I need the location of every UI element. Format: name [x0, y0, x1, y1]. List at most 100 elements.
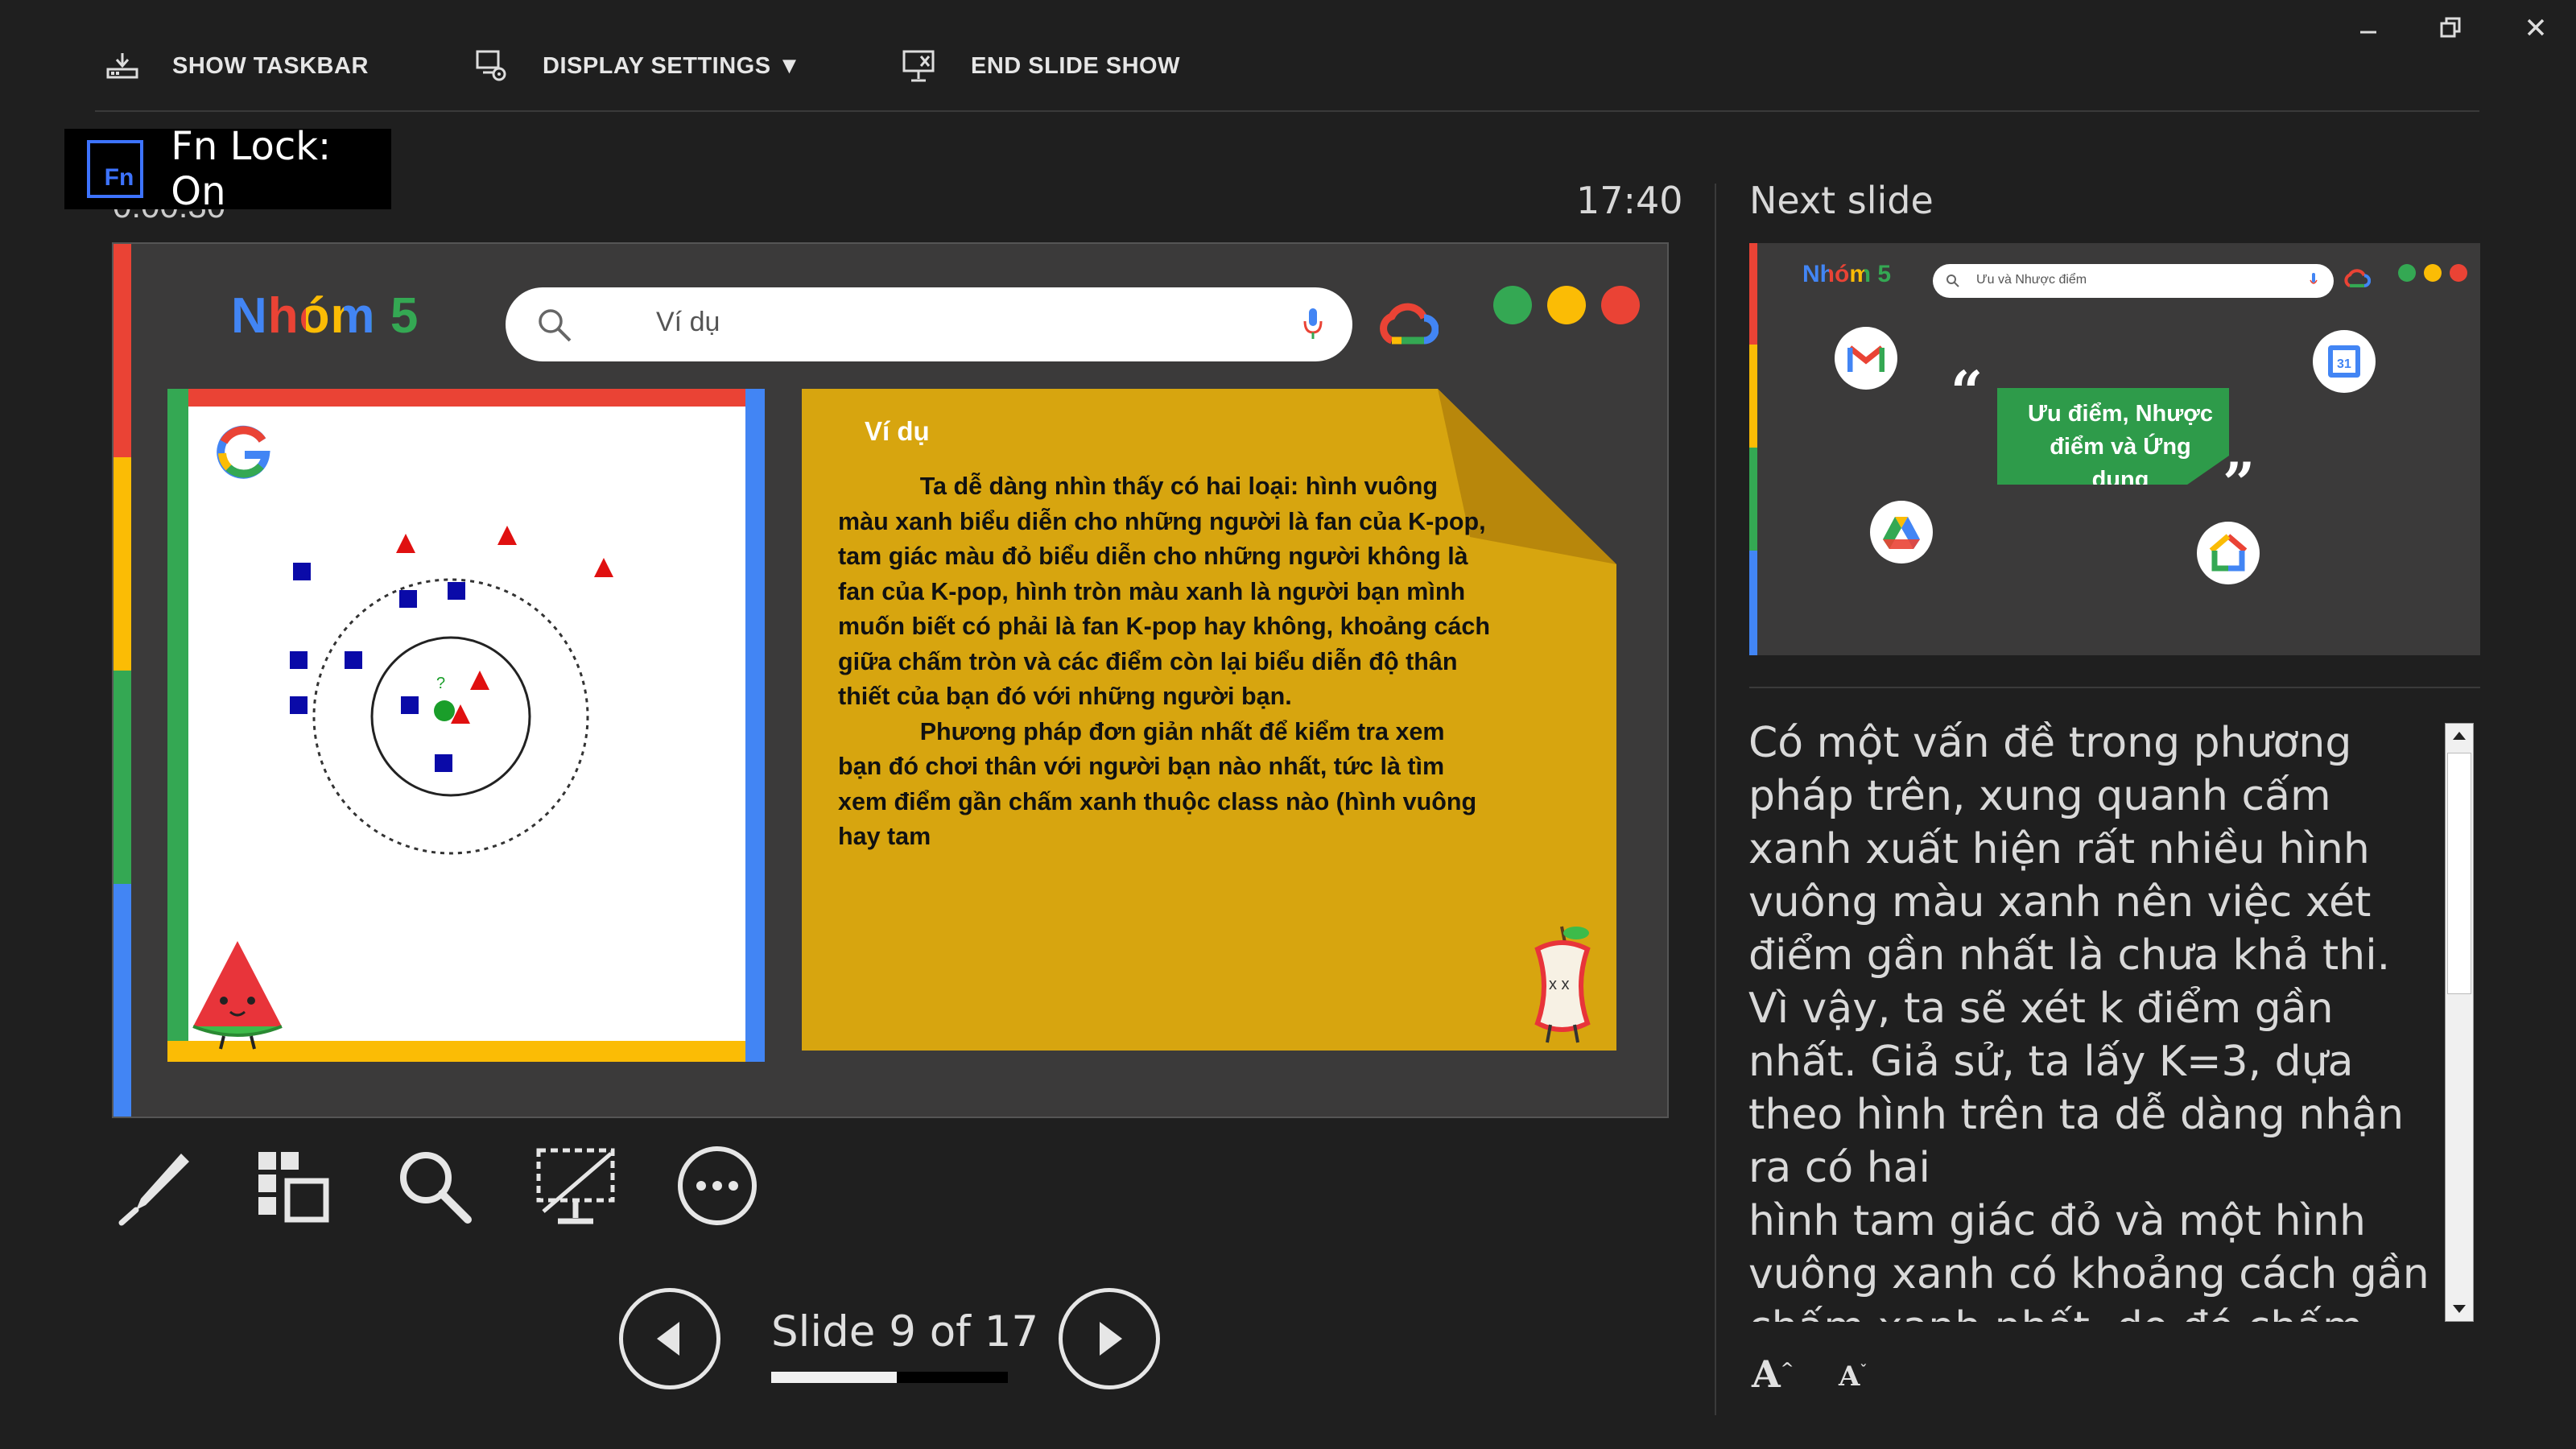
note-title: Ví dụ: [865, 416, 930, 446]
gmail-icon: [1835, 327, 1897, 390]
blue-square: [435, 754, 452, 772]
black-screen-button[interactable]: [531, 1141, 620, 1230]
thumb-dot-red: [2450, 264, 2467, 282]
fn-lock-text: Fn Lock: On: [171, 124, 332, 214]
red-triangle: [470, 671, 489, 690]
blue-square: [399, 590, 417, 608]
decrease-font-icon: A: [1839, 1360, 1860, 1393]
slide-stripe-yellow: [114, 457, 131, 671]
slide-search-text: Ví dụ: [656, 307, 720, 337]
note-body: Ta dễ dàng nhìn thấy có hai loại: hình v…: [838, 473, 1491, 850]
end-slide-show-button[interactable]: END SLIDE SHOW: [902, 47, 1180, 85]
slide-search-bar: Ví dụ: [506, 287, 1352, 361]
show-taskbar-button[interactable]: SHOW TASKBAR: [106, 47, 369, 85]
next-slide-button[interactable]: [1059, 1288, 1160, 1389]
search-icon: [539, 309, 572, 342]
blue-square: [290, 651, 308, 669]
microphone-icon: [1303, 308, 1323, 339]
slide-group-title-text: Nhóm 5: [231, 288, 419, 344]
blue-square: [401, 696, 419, 714]
red-triangle: [594, 558, 613, 577]
minimize-icon: [2360, 31, 2376, 34]
zoom-button[interactable]: [390, 1141, 478, 1230]
minimize-button[interactable]: [2347, 11, 2389, 43]
slide-group-title: Nhóm 5: [231, 287, 419, 345]
notes-divider: [1749, 687, 2480, 688]
decrease-font-button[interactable]: Aˇ: [1839, 1360, 1867, 1393]
blue-square: [290, 696, 308, 714]
blue-square: [293, 563, 311, 580]
speaker-notes[interactable]: Có một vấn đề trong phương pháp trên, xu…: [1748, 716, 2442, 1322]
knn-scatter-plot: ?: [290, 526, 613, 855]
slide-stripe-red: [114, 244, 131, 457]
next-icon: [1100, 1322, 1122, 1356]
sticky-note: Ví dụ Ta dễ dàng nhìn thấy có hai loại: …: [802, 389, 1616, 1051]
scroll-up-icon[interactable]: [2452, 730, 2467, 741]
blue-square: [448, 582, 465, 600]
red-triangle: [396, 534, 415, 553]
svg-text:31: 31: [2337, 357, 2351, 371]
previous-slide-button[interactable]: [619, 1288, 720, 1389]
prev-icon: [657, 1322, 679, 1356]
close-quote-icon: ”: [2223, 450, 2256, 517]
panel-border-right: [745, 389, 765, 1062]
thumb-group-title: Nhóm 5: [1802, 261, 1892, 287]
thumb-mic-icon: [2310, 273, 2318, 284]
pen-icon: [118, 1154, 189, 1226]
thumb-stripe-red: [1749, 243, 1757, 345]
clock: 17:40: [1576, 179, 1683, 222]
increase-font-button[interactable]: A^: [1752, 1352, 1794, 1396]
slides-grid-icon: [258, 1152, 329, 1223]
restore-icon: [2440, 17, 2461, 38]
slide-dot-red: [1601, 286, 1640, 324]
thumb-stripe-yellow: [1749, 345, 1757, 448]
google-calendar-icon: 31: [2313, 330, 2376, 393]
blue-square: [345, 651, 362, 669]
display-settings-button[interactable]: DISPLAY SETTINGS ▼: [475, 47, 801, 85]
black-screen-icon: [536, 1148, 615, 1224]
thumb-dot-yellow: [2424, 264, 2442, 282]
fn-lock-toast: Fn Fn Lock: On: [64, 124, 391, 214]
panel-border-top: [167, 389, 765, 407]
more-icon: [678, 1146, 757, 1225]
zoom-icon: [400, 1152, 472, 1224]
slide-dot-green: [1493, 286, 1532, 324]
scroll-down-icon[interactable]: [2452, 1303, 2467, 1315]
thumb-google-cloud-icon: [2344, 269, 2371, 287]
see-all-slides-button[interactable]: [248, 1141, 336, 1230]
close-icon: [2527, 19, 2545, 36]
thumb-search-bar: Ưu và Nhược điểm: [1933, 264, 2334, 298]
thumb-search-icon: [1946, 275, 1959, 287]
restore-button[interactable]: [2429, 11, 2471, 43]
red-triangle: [497, 526, 517, 545]
more-options-button[interactable]: [673, 1141, 762, 1230]
google-g-icon: [217, 425, 270, 479]
thumb-search-text: Ưu và Nhược điểm: [1976, 273, 2087, 287]
slide-stripe-green: [114, 671, 131, 884]
google-drive-icon: [1870, 501, 1933, 564]
svg-text:x x: x x: [1549, 976, 1570, 993]
thumb-stripe-blue: [1749, 551, 1757, 655]
close-window-button[interactable]: [2515, 11, 2557, 43]
apple-core-mascot-icon: x x: [1534, 926, 1591, 1043]
taskbar-icon: [106, 53, 138, 79]
thumb-dot-green: [2398, 264, 2416, 282]
end-slide-show-label: END SLIDE SHOW: [971, 52, 1180, 79]
slide-counter: Slide 9 of 17: [771, 1307, 1039, 1356]
slide-progress-fill: [771, 1372, 897, 1383]
pen-tool-button[interactable]: [111, 1141, 200, 1230]
next-slide-thumbnail[interactable]: Nhóm 5 Ưu và Nhược điểm 31 “ Ưu điểm, Nh…: [1749, 243, 2480, 655]
notes-scrollbar[interactable]: [2445, 723, 2474, 1322]
fn-key-icon: Fn: [87, 140, 144, 198]
display-settings-label: DISPLAY SETTINGS ▼: [543, 52, 802, 79]
notes-scroll-thumb[interactable]: [2447, 753, 2471, 994]
google-cloud-icon: [1380, 303, 1439, 345]
pane-divider: [1715, 184, 1716, 1415]
slide-dot-yellow: [1547, 286, 1586, 324]
thumb-banner: Ưu điểm, Nhược điểm và Ứng dụng: [1997, 388, 2229, 485]
current-slide[interactable]: Nhóm 5 Ví dụ ? Ví dụ Ta dễ dàng nhìn thấ…: [112, 242, 1669, 1118]
svg-text:?: ?: [436, 675, 445, 692]
toolbar-divider: [95, 110, 2479, 112]
thumb-banner-text: Ưu điểm, Nhược điểm và Ứng dụng: [2027, 401, 2214, 493]
increase-font-icon: A: [1752, 1352, 1781, 1396]
